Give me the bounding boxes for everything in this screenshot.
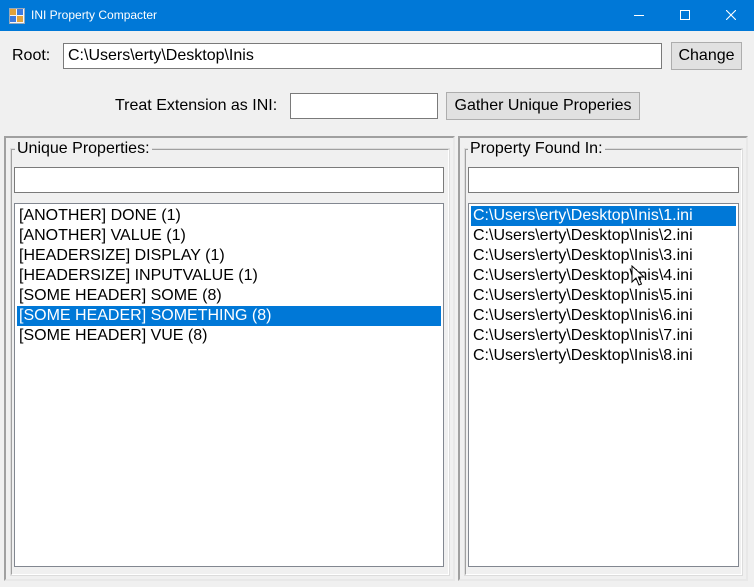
list-item[interactable]: C:\Users\erty\Desktop\Inis\2.ini — [471, 226, 736, 246]
list-item[interactable]: [SOME HEADER] VUE (8) — [17, 326, 441, 346]
mouse-cursor-icon — [631, 265, 645, 286]
found-in-title: Property Found In: — [468, 140, 605, 158]
list-item[interactable]: C:\Users\erty\Desktop\Inis\5.ini — [471, 286, 736, 306]
maximize-button[interactable] — [662, 0, 708, 31]
minimize-button[interactable] — [616, 0, 662, 31]
unique-properties-title: Unique Properties: — [15, 140, 152, 158]
list-item[interactable]: C:\Users\erty\Desktop\Inis\7.ini — [471, 326, 736, 346]
root-label: Root: — [12, 47, 51, 64]
maximize-icon — [680, 10, 690, 20]
minimize-icon — [634, 15, 644, 16]
change-button[interactable]: Change — [671, 42, 742, 70]
list-item[interactable]: C:\Users\erty\Desktop\Inis\6.ini — [471, 306, 736, 326]
extension-input[interactable] — [290, 93, 438, 119]
list-item[interactable]: C:\Users\erty\Desktop\Inis\8.ini — [471, 346, 736, 366]
list-item[interactable]: [SOME HEADER] SOME (8) — [17, 286, 441, 306]
unique-properties-filter-input[interactable] — [14, 167, 444, 193]
list-item[interactable]: C:\Users\erty\Desktop\Inis\1.ini — [471, 206, 736, 226]
extension-label: Treat Extension as INI: — [115, 97, 278, 114]
list-item[interactable]: [ANOTHER] DONE (1) — [17, 206, 441, 226]
close-button[interactable] — [708, 0, 754, 31]
list-item[interactable]: [HEADERSIZE] DISPLAY (1) — [17, 246, 441, 266]
list-item[interactable]: C:\Users\erty\Desktop\Inis\3.ini — [471, 246, 736, 266]
gather-button[interactable]: Gather Unique Properies — [446, 92, 640, 120]
close-icon — [726, 10, 736, 20]
root-path-input[interactable] — [63, 43, 662, 69]
found-in-list[interactable]: C:\Users\erty\Desktop\Inis\1.ini C:\Users… — [468, 203, 739, 567]
window-title: INI Property Compacter — [31, 8, 158, 22]
unique-properties-list[interactable]: [ANOTHER] DONE (1) [ANOTHER] VALUE (1) [HE… — [14, 203, 444, 567]
list-item[interactable]: C:\Users\erty\Desktop\Inis\4.ini — [471, 266, 736, 286]
list-item[interactable]: [HEADERSIZE] INPUTVALUE (1) — [17, 266, 441, 286]
found-in-filter-input[interactable] — [468, 167, 739, 193]
list-item[interactable]: [ANOTHER] VALUE (1) — [17, 226, 441, 246]
app-icon — [9, 8, 25, 24]
list-item[interactable]: [SOME HEADER] SOMETHING (8) — [17, 306, 441, 326]
title-bar[interactable]: INI Property Compacter — [0, 0, 754, 31]
